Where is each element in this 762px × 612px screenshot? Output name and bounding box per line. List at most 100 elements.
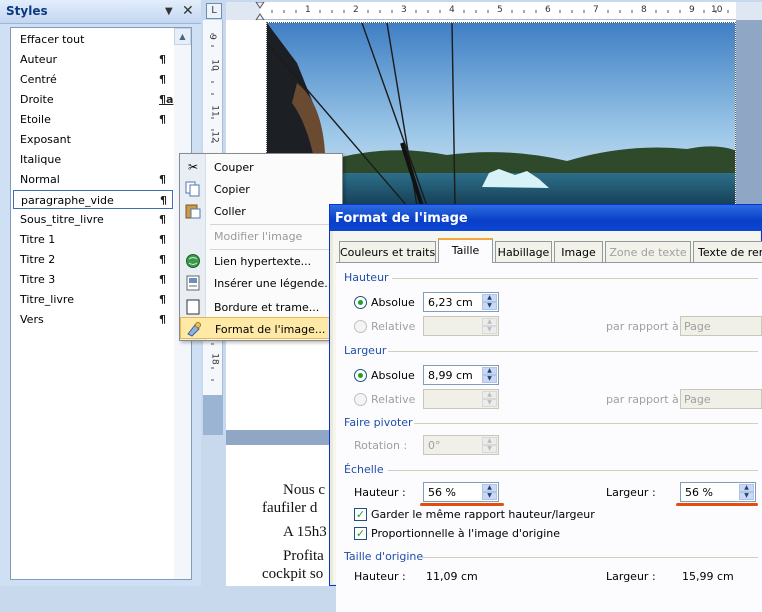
menu-item-label: Copier [214, 183, 250, 196]
menu-item-inserer-legende[interactable]: Insérer une légende... [180, 272, 342, 294]
style-item-italique[interactable]: Italique [13, 150, 173, 169]
group-title-echelle: Échelle [344, 463, 384, 476]
document-text-line: A 15h3 [283, 524, 327, 540]
spin-up-icon[interactable]: ▲ [482, 484, 497, 492]
menu-item-couper[interactable]: ✂ Couper [180, 156, 342, 178]
spin-down-icon[interactable]: ▼ [739, 492, 754, 500]
label-original-hauteur: Hauteur : [354, 570, 406, 583]
spin-down-icon: ▼ [482, 326, 497, 334]
styles-pane-header: Styles ▼ ✕ [0, 0, 201, 24]
style-item-vers[interactable]: Vers ¶ [13, 310, 173, 329]
ruler-number: 2 [353, 5, 359, 15]
tab-stop-selector[interactable]: L [206, 3, 222, 19]
dialog-titlebar[interactable]: Format de l'image [330, 205, 762, 231]
hauteur-absolue-spinner[interactable]: 6,23 cm ▲ ▼ [423, 292, 499, 312]
ruler-number: 6 [545, 5, 551, 15]
style-item-label: Titre 2 [20, 253, 56, 266]
largeur-absolue-spinner[interactable]: 8,99 cm ▲ ▼ [423, 365, 499, 385]
paragraph-mark-icon: ¶ [159, 213, 166, 226]
style-item-auteur[interactable]: Auteur ¶ [13, 50, 173, 69]
style-item-label: Vers [20, 313, 44, 326]
menu-item-label: Format de l'image... [215, 323, 326, 336]
label-relative-original: Proportionnelle à l'image d'origine [371, 527, 561, 540]
tab-image[interactable]: Image [554, 241, 603, 262]
paragraph-mark-icon: ¶ [159, 113, 166, 126]
style-item-titre-2[interactable]: Titre 2 ¶ [13, 250, 173, 269]
spinner-buttons: ▲ ▼ [482, 318, 497, 334]
close-icon[interactable]: ✕ [182, 3, 194, 19]
spin-up-icon[interactable]: ▲ [482, 294, 497, 302]
echelle-largeur-spinner[interactable]: 56 % ▲ ▼ [680, 482, 756, 502]
style-item-label: Sous_titre_livre [20, 213, 104, 226]
menu-item-bordure-trame[interactable]: Bordure et trame... [180, 296, 342, 318]
group-divider [388, 351, 758, 352]
group-title-largeur: Largeur [344, 344, 387, 357]
menu-item-format-image[interactable]: Format de l'image... [180, 317, 342, 339]
menu-item-coller[interactable]: Coller [180, 200, 342, 222]
style-item-etoile[interactable]: Etoile ¶ [13, 110, 173, 129]
spinner-buttons[interactable]: ▲ ▼ [739, 484, 754, 500]
globe-link-icon [185, 253, 201, 269]
tab-texte-de-remplacement[interactable]: Texte de rem [693, 241, 762, 262]
spin-down-icon[interactable]: ▼ [482, 492, 497, 500]
scroll-up-arrow-icon[interactable]: ▲ [174, 28, 191, 45]
checkbox-keep-ratio[interactable]: ✓ [354, 508, 367, 521]
paragraph-mark-icon: ¶ [159, 273, 166, 286]
spin-up-icon[interactable]: ▲ [739, 484, 754, 492]
label-keep-ratio: Garder le même rapport hauteur/largeur [371, 508, 595, 521]
group-divider [388, 470, 758, 471]
largeur-par-rapport-select: Page [680, 389, 762, 409]
tab-couleurs-et-traits[interactable]: Couleurs et traits [339, 241, 436, 262]
document-text-line: Nous c [283, 482, 326, 498]
styles-task-pane: Styles ▼ ✕ Effacer tout Auteur ¶ Centré … [0, 0, 201, 586]
tab-panel-taille: Hauteur Absolue 6,23 cm ▲ ▼ Relative ▲ ▼ [336, 262, 762, 612]
tab-taille[interactable]: Taille [438, 238, 493, 263]
label-largeur-absolue: Absolue [371, 369, 415, 382]
caption-icon [185, 275, 201, 291]
hauteur-par-rapport-select: Page [680, 316, 762, 336]
horizontal-ruler[interactable]: 1 2 3 4 5 6 7 8 9 10 11 12 [226, 2, 762, 20]
largeur-relative-spinner: ▲ ▼ [423, 389, 499, 409]
ruler-number: 4 [449, 5, 455, 15]
style-item-centre[interactable]: Centré ¶ [13, 70, 173, 89]
style-item-label: Italique [20, 153, 62, 166]
menu-item-copier[interactable]: Copier [180, 178, 342, 200]
spinner-value: 0° [428, 439, 441, 452]
dropdown-arrow-icon[interactable]: ▼ [165, 6, 173, 17]
spin-down-icon[interactable]: ▼ [482, 302, 497, 310]
radio-hauteur-absolue[interactable] [354, 296, 367, 309]
linked-style-mark-icon: ¶a [159, 93, 174, 106]
style-item-label: Droite [20, 93, 54, 106]
checkbox-relative-original[interactable]: ✓ [354, 527, 367, 540]
styles-pane-title: Styles [6, 4, 48, 18]
spinner-buttons[interactable]: ▲ ▼ [482, 484, 497, 500]
tab-zone-de-texte: Zone de texte [605, 241, 691, 262]
spinner-value: 8,99 cm [428, 369, 473, 382]
style-item-effacer-tout[interactable]: Effacer tout [13, 30, 173, 49]
spinner-buttons[interactable]: ▲ ▼ [482, 367, 497, 383]
style-item-label: Titre_livre [20, 293, 74, 306]
menu-item-lien-hypertexte[interactable]: Lien hypertexte... [180, 250, 342, 272]
style-item-paragraphe-vide[interactable]: paragraphe_vide ¶ [13, 190, 173, 209]
spinner-buttons[interactable]: ▲ ▼ [482, 294, 497, 310]
radio-largeur-absolue[interactable] [354, 369, 367, 382]
style-item-exposant[interactable]: Exposant [13, 130, 173, 149]
style-item-titre-livre[interactable]: Titre_livre ¶ [13, 290, 173, 309]
tab-habillage[interactable]: Habillage [495, 241, 552, 262]
ruler-number: 7 [593, 5, 599, 15]
group-title-taille-origine: Taille d'origine [344, 550, 424, 563]
paragraph-mark-icon: ¶ [159, 293, 166, 306]
document-text-line: cockpit so [262, 566, 324, 582]
spin-down-icon: ▼ [482, 445, 497, 453]
styles-list: Effacer tout Auteur ¶ Centré ¶ Droite ¶a… [10, 27, 192, 580]
style-item-titre-3[interactable]: Titre 3 ¶ [13, 270, 173, 289]
spin-up-icon[interactable]: ▲ [482, 367, 497, 375]
style-item-normal[interactable]: Normal ¶ [13, 170, 173, 189]
ruler-number: 10 [209, 59, 220, 71]
style-item-label: Effacer tout [20, 33, 85, 46]
style-item-sous-titre-livre[interactable]: Sous_titre_livre ¶ [13, 210, 173, 229]
echelle-hauteur-spinner[interactable]: 56 % ▲ ▼ [423, 482, 499, 502]
spin-down-icon[interactable]: ▼ [482, 375, 497, 383]
style-item-droite[interactable]: Droite ¶a [13, 90, 173, 109]
style-item-titre-1[interactable]: Titre 1 ¶ [13, 230, 173, 249]
